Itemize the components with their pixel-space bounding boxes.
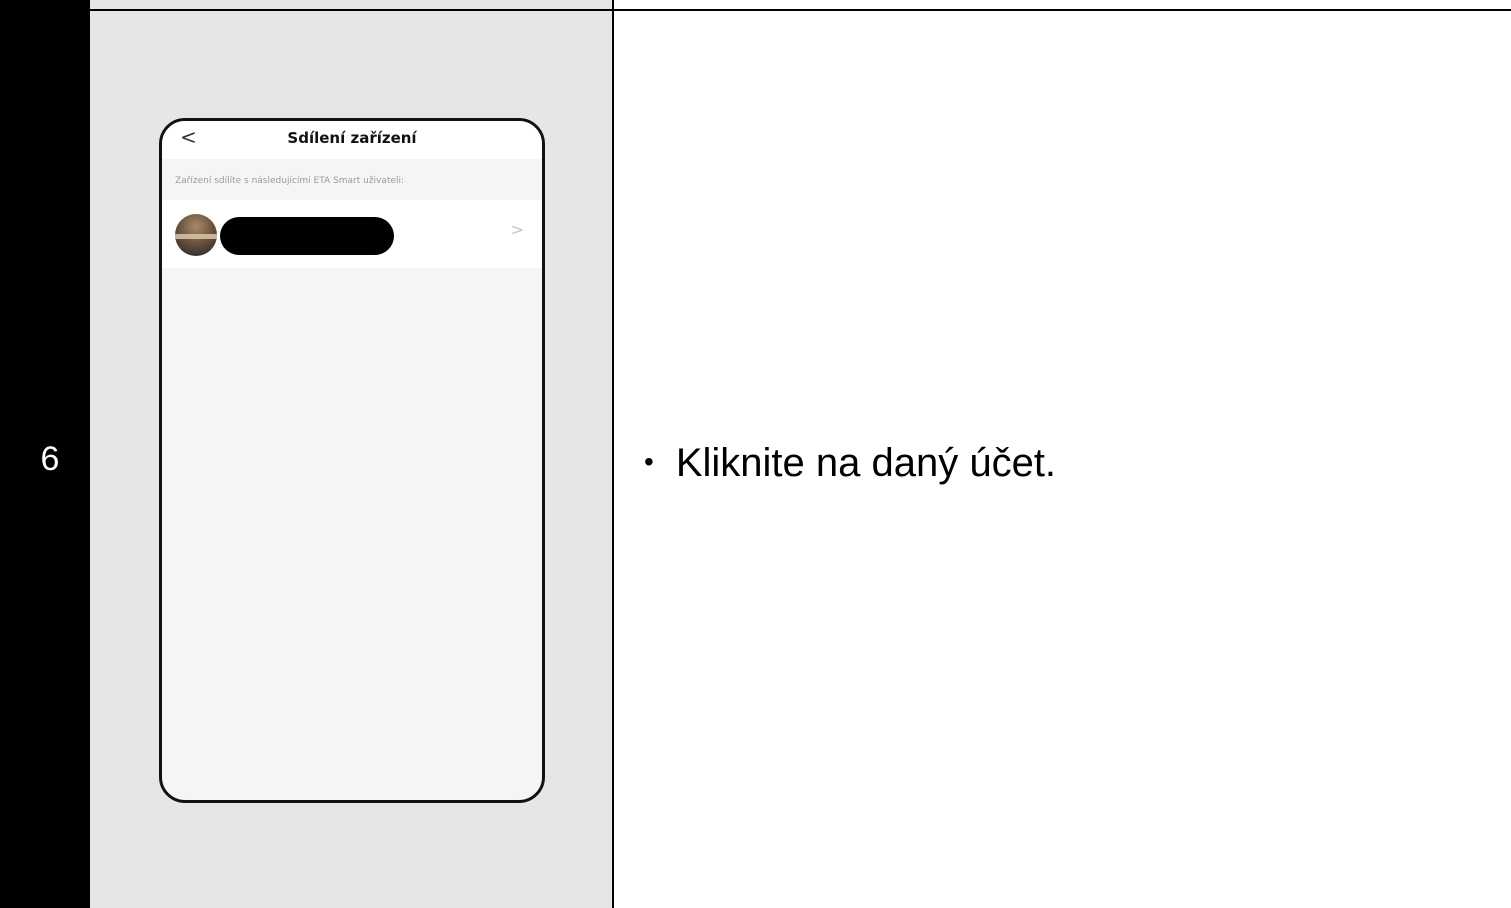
image-cell-top-strip (90, 0, 612, 9)
phone-screen: < Sdílení zařízení Zařízení sdílíte s ná… (159, 118, 545, 803)
text-cell-top-strip (614, 0, 1511, 9)
table-top-border (0, 0, 1511, 11)
shared-user-row[interactable]: > (162, 200, 542, 268)
bullet-marker: • (644, 445, 654, 477)
redacted-user-name (220, 217, 394, 255)
instruction-cell: • Kliknite na daný účet. (614, 11, 1511, 908)
instruction-page: 6 < Sdílení zařízení Zařízení sdílíte s … (0, 0, 1511, 908)
screenshot-cell: < Sdílení zařízení Zařízení sdílíte s ná… (90, 11, 612, 908)
user-avatar (175, 214, 217, 256)
chevron-right-icon: > (510, 220, 524, 239)
phone-header: < Sdílení zařízení (162, 121, 542, 159)
step-number: 6 (40, 440, 60, 478)
phone-title: Sdílení zařízení (287, 129, 417, 147)
instruction-item: • Kliknite na daný účet. (644, 441, 1056, 486)
step-number-cell: 6 (10, 11, 90, 908)
instruction-text: Kliknite na daný účet. (675, 441, 1057, 485)
shared-users-caption: Zařízení sdílíte s následujícími ETA Sma… (175, 176, 404, 186)
avatar-detail (175, 234, 217, 239)
